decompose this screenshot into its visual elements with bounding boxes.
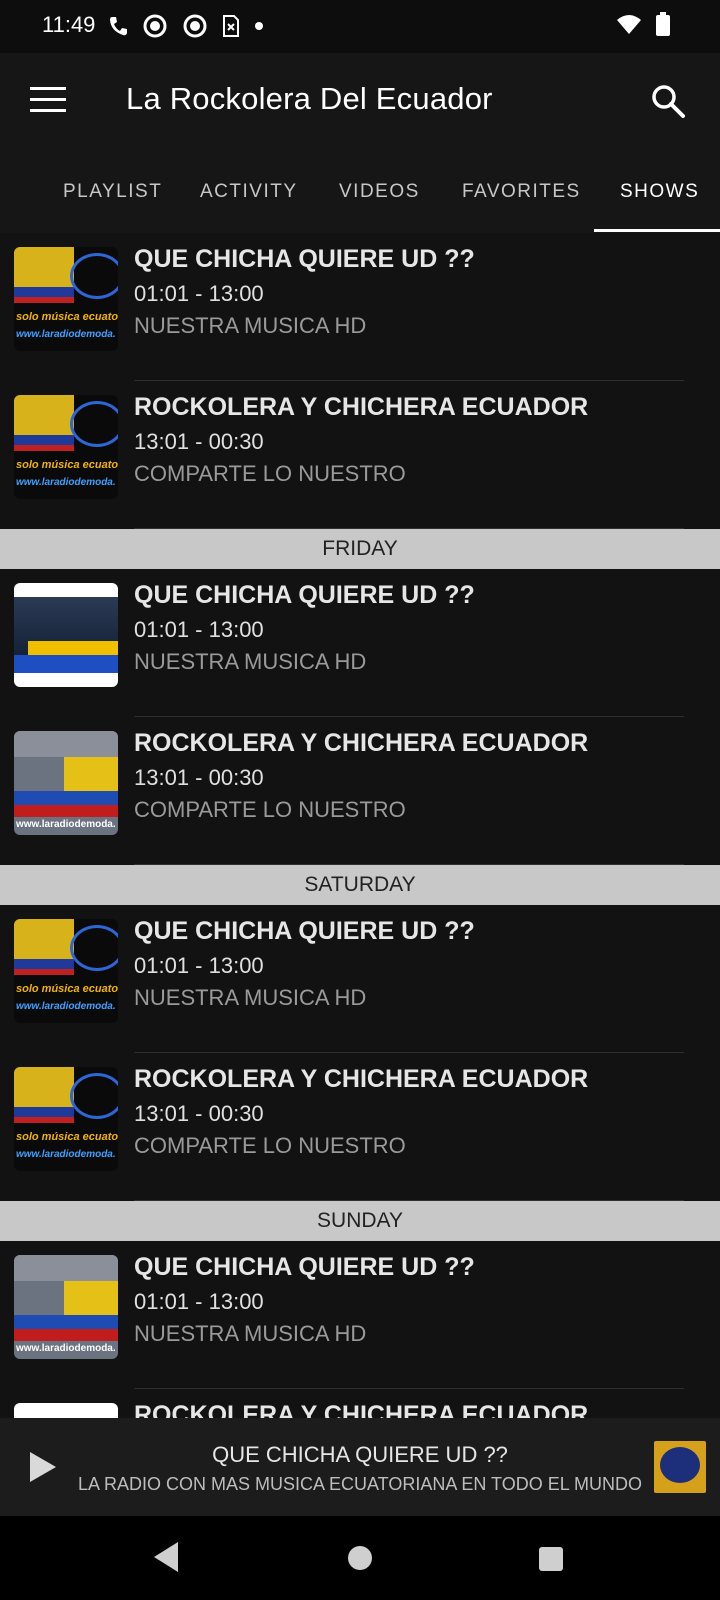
show-title: QUE CHICHA QUIERE UD ?? (134, 1253, 475, 1281)
home-icon[interactable] (348, 1546, 372, 1570)
back-icon[interactable] (154, 1542, 178, 1572)
show-item[interactable]: www.laradiodemoda. ROCKOLERA Y CHICHERA … (0, 717, 720, 865)
show-item[interactable]: QUE CHICHA QUIERE UD ?? 01:01 - 13:00 NU… (0, 569, 720, 717)
show-host: NUESTRA MUSICA HD (134, 985, 367, 1010)
show-host: COMPARTE LO NUESTRO (134, 797, 406, 822)
show-time: 01:01 - 13:00 (134, 617, 264, 642)
show-item[interactable]: solo música ecuator www.laradiodemoda. R… (0, 1053, 720, 1201)
show-thumbnail: solo música ecuator www.laradiodemoda. (14, 247, 118, 351)
show-thumbnail: solo música ecuator www.laradiodemoda. (14, 1067, 118, 1171)
thumbnail-url: www.laradiodemoda. (16, 329, 116, 340)
tab-bar: E PLAYLIST ACTIVITY VIDEOS FAVORITES SHO… (0, 149, 720, 233)
wifi-icon (617, 15, 641, 34)
show-host: NUESTRA MUSICA HD (134, 313, 367, 338)
brightness-icon (143, 14, 167, 38)
thumbnail-url: www.laradiodemoda. (16, 1001, 116, 1012)
thumbnail-url: www.laradiodemoda. (16, 477, 116, 488)
menu-icon[interactable] (30, 87, 66, 115)
search-icon[interactable] (650, 83, 686, 119)
tab-shows[interactable]: SHOWS (620, 181, 699, 203)
show-host: NUESTRA MUSICA HD (134, 1321, 367, 1346)
now-playing-title: QUE CHICHA QUIERE UD ?? (212, 1442, 508, 1467)
tab-indicator (594, 229, 720, 232)
show-time: 13:01 - 00:30 (134, 1101, 264, 1126)
show-host: COMPARTE LO NUESTRO (134, 461, 406, 486)
call-icon (110, 17, 127, 36)
no-sim-icon (223, 15, 239, 37)
thumbnail-text: solo música ecuator (16, 1131, 118, 1143)
show-thumbnail: solo música ecuator www.laradiodemoda. (14, 919, 118, 1023)
thumbnail-url: www.laradiodemoda. (16, 819, 116, 830)
show-item[interactable]: www.laradiodemoda. QUE CHICHA QUIERE UD … (0, 1241, 720, 1389)
show-title: ROCKOLERA Y CHICHERA ECUADOR (134, 1065, 589, 1093)
show-thumbnail (14, 583, 118, 687)
notification-dot-icon (255, 22, 263, 30)
show-title: QUE CHICHA QUIERE UD ?? (134, 581, 475, 609)
status-bar: 11:49 (0, 0, 720, 53)
show-thumbnail: www.laradiodemoda. (14, 1255, 118, 1359)
thumbnail-url: www.laradiodemoda. (16, 1343, 116, 1354)
status-icons-left (108, 13, 264, 39)
system-nav-bar (0, 1516, 720, 1600)
show-time: 13:01 - 00:30 (134, 429, 264, 454)
now-playing-subtitle: LA RADIO CON MAS MUSICA ECUATORIANA EN T… (77, 1474, 643, 1494)
show-title: QUE CHICHA QUIERE UD ?? (134, 245, 475, 273)
day-header-sunday: SUNDAY (0, 1201, 720, 1241)
thumbnail-text: solo música ecuator (16, 311, 118, 323)
thumbnail-text: solo música ecuator (16, 983, 118, 995)
tab-favorites[interactable]: FAVORITES (462, 181, 581, 203)
show-title: QUE CHICHA QUIERE UD ?? (134, 917, 475, 945)
divider (134, 528, 684, 529)
mini-player[interactable]: QUE CHICHA QUIERE UD ?? LA RADIO CON MAS… (0, 1418, 720, 1516)
app-bar: La Rockolera Del Ecuador (0, 53, 720, 149)
tab-partial[interactable]: E (0, 181, 2, 203)
show-time: 01:01 - 13:00 (134, 281, 264, 306)
day-header-saturday: SATURDAY (0, 865, 720, 905)
show-time: 01:01 - 13:00 (134, 953, 264, 978)
show-item[interactable]: solo música ecuator www.laradiodemoda. Q… (0, 233, 720, 381)
status-time: 11:49 (42, 12, 96, 37)
shows-list: solo música ecuator www.laradiodemoda. Q… (0, 233, 720, 1537)
show-thumbnail: www.laradiodemoda. (14, 731, 118, 835)
brightness-icon-2 (183, 14, 207, 38)
show-item[interactable]: solo música ecuator www.laradiodemoda. R… (0, 381, 720, 529)
battery-icon (656, 12, 670, 36)
show-title: ROCKOLERA Y CHICHERA ECUADOR (134, 729, 589, 757)
show-time: 13:01 - 00:30 (134, 765, 264, 790)
tab-activity[interactable]: ACTIVITY (200, 181, 298, 203)
divider (134, 1200, 684, 1201)
show-title: ROCKOLERA Y CHICHERA ECUADOR (134, 393, 589, 421)
app-title: La Rockolera Del Ecuador (126, 81, 493, 116)
status-icons-right (616, 12, 670, 36)
now-playing-artwork (654, 1441, 706, 1493)
show-item[interactable]: solo música ecuator www.laradiodemoda. Q… (0, 905, 720, 1053)
show-time: 01:01 - 13:00 (134, 1289, 264, 1314)
show-host: COMPARTE LO NUESTRO (134, 1133, 406, 1158)
show-thumbnail: solo música ecuator www.laradiodemoda. (14, 395, 118, 499)
thumbnail-text: solo música ecuator (16, 459, 118, 471)
recents-icon[interactable] (539, 1547, 563, 1571)
thumbnail-url: www.laradiodemoda. (16, 1149, 116, 1160)
tab-videos[interactable]: VIDEOS (339, 181, 420, 203)
tab-playlist[interactable]: PLAYLIST (63, 181, 162, 203)
day-header-friday: FRIDAY (0, 529, 720, 569)
show-host: NUESTRA MUSICA HD (134, 649, 367, 674)
divider (134, 864, 684, 865)
